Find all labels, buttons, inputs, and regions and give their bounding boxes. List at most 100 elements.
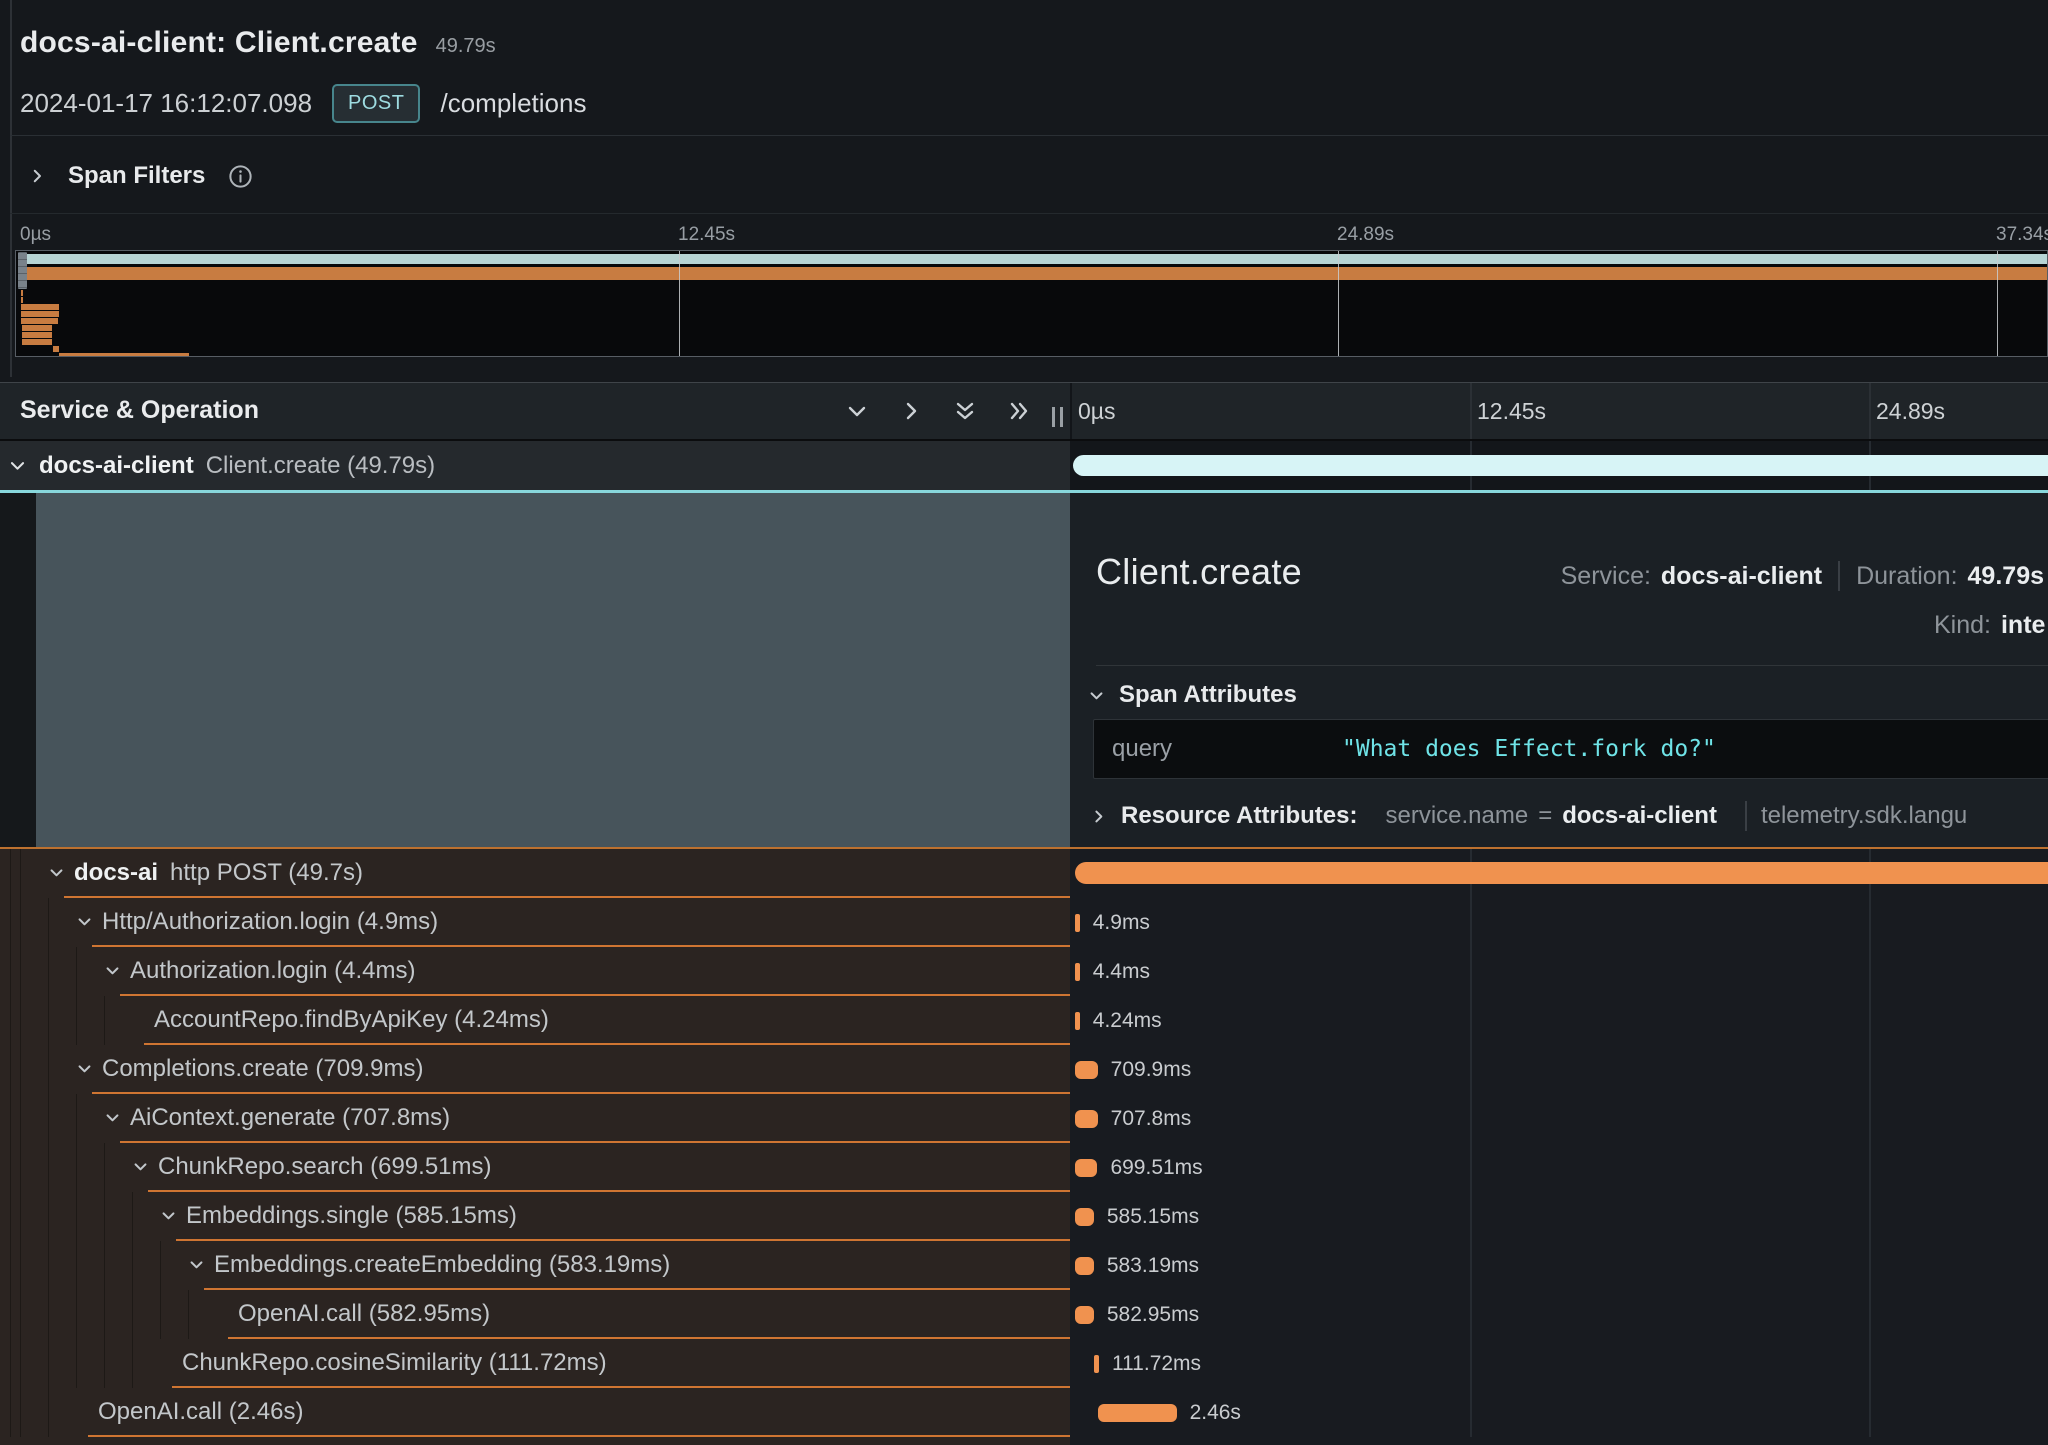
span-bar-cell[interactable]: 2.46s — [1070, 1388, 2048, 1437]
detail-meta-row: Service: docs-ai-client Duration: 49.79s — [1561, 561, 2048, 591]
gridline — [1470, 947, 1472, 996]
span-bar-cell[interactable]: 582.95ms — [1070, 1290, 2048, 1339]
span-row-label-cell[interactable]: Embeddings.single (585.15ms) — [0, 1192, 1070, 1241]
span-operation: ChunkRepo.cosineSimilarity (111.72ms) — [182, 1349, 607, 1377]
span-bar-cell[interactable]: 4.4ms — [1070, 947, 2048, 996]
span-row-label-cell[interactable]: OpenAI.call (582.95ms) — [0, 1290, 1070, 1339]
span-row[interactable]: ChunkRepo.search (699.51ms)699.51ms — [0, 1143, 2048, 1192]
span-attributes-toggle[interactable]: Span Attributes — [1088, 681, 1297, 709]
span-row-label-cell[interactable]: Authorization.login (4.4ms) — [0, 947, 1070, 996]
chevron-down-icon[interactable] — [76, 1060, 93, 1077]
trace-minimap[interactable] — [15, 250, 2048, 357]
span-row-label-cell[interactable]: docs-ai-client Client.create (49.79s) — [0, 441, 1070, 490]
indent-guide — [132, 1339, 133, 1388]
indent-guide — [20, 898, 21, 947]
span-row-label-cell[interactable]: docs-aihttp POST (49.7s) — [0, 849, 1070, 898]
span-bar-cell[interactable] — [1070, 441, 2048, 490]
indent-guide — [10, 1241, 11, 1290]
trace-duration: 49.79s — [436, 35, 496, 58]
chevron-down-icon[interactable] — [1088, 687, 1105, 704]
span-bar-client-create[interactable] — [1073, 455, 2048, 476]
span-duration-label: 707.8ms — [1111, 1107, 1192, 1131]
span-bar[interactable] — [1075, 1159, 1097, 1177]
minimap-span-bar — [22, 339, 53, 345]
span-bar-cell[interactable]: 709.9ms — [1070, 1045, 2048, 1094]
column-resize-handle[interactable] — [1052, 407, 1063, 427]
span-row-label-cell[interactable]: AccountRepo.findByApiKey (4.24ms) — [0, 996, 1070, 1045]
indent-guide — [76, 1192, 77, 1241]
span-bar[interactable] — [1075, 914, 1080, 932]
chevron-down-icon[interactable] — [8, 456, 27, 475]
span-bar-cell[interactable]: 583.19ms — [1070, 1241, 2048, 1290]
span-bar[interactable] — [1094, 1355, 1099, 1373]
indent-guide — [48, 1290, 49, 1339]
span-row[interactable]: Authorization.login (4.4ms)4.4ms — [0, 947, 2048, 996]
expand-all-icon[interactable] — [1007, 399, 1031, 423]
span-duration-label: 111.72ms — [1112, 1352, 1201, 1376]
span-bar[interactable] — [1075, 963, 1080, 981]
span-row-label-cell[interactable]: ChunkRepo.search (699.51ms) — [0, 1143, 1070, 1192]
chevron-right-icon[interactable] — [28, 167, 46, 185]
span-row[interactable]: Http/Authorization.login (4.9ms)4.9ms — [0, 898, 2048, 947]
span-row[interactable]: Completions.create (709.9ms)709.9ms — [0, 1045, 2048, 1094]
chevron-down-icon[interactable] — [188, 1256, 205, 1273]
span-bar[interactable] — [1075, 1306, 1094, 1324]
span-bar-cell[interactable]: 111.72ms — [1070, 1339, 2048, 1388]
info-icon[interactable] — [227, 163, 254, 190]
chevron-down-icon[interactable] — [104, 962, 121, 979]
span-row-selected[interactable]: docs-ai-client Client.create (49.79s) — [0, 441, 2048, 490]
span-row[interactable]: Embeddings.single (585.15ms)585.15ms — [0, 1192, 2048, 1241]
span-bar[interactable] — [1075, 1257, 1094, 1275]
chevron-right-icon[interactable] — [1090, 808, 1107, 825]
expand-one-icon[interactable] — [899, 399, 923, 423]
chevron-down-icon[interactable] — [132, 1158, 149, 1175]
indent-guide — [104, 996, 105, 1045]
span-filters-toggle[interactable]: Span Filters — [28, 162, 254, 190]
span-bar-cell[interactable]: 707.8ms — [1070, 1094, 2048, 1143]
span-bar[interactable] — [1075, 1110, 1098, 1128]
span-row[interactable]: OpenAI.call (2.46s)2.46s — [0, 1388, 2048, 1437]
span-filters-label[interactable]: Span Filters — [68, 162, 205, 190]
chevron-down-icon[interactable] — [76, 913, 93, 930]
span-bar-cell[interactable]: 585.15ms — [1070, 1192, 2048, 1241]
span-row[interactable]: docs-aihttp POST (49.7s) — [0, 849, 2048, 898]
duration-value: 49.79s — [1968, 562, 2044, 591]
span-bar[interactable] — [1098, 1404, 1177, 1422]
minimap-drag-handle[interactable] — [18, 252, 27, 289]
span-row-label-cell[interactable]: Http/Authorization.login (4.9ms) — [0, 898, 1070, 947]
indent-guide — [10, 1192, 11, 1241]
span-duration-label: 582.95ms — [1107, 1303, 1199, 1327]
attribute-row[interactable]: query "What does Effect.fork do?" — [1093, 719, 2048, 779]
indent-guide — [132, 1192, 133, 1241]
span-row[interactable]: AccountRepo.findByApiKey (4.24ms)4.24ms — [0, 996, 2048, 1045]
span-row[interactable]: Embeddings.createEmbedding (583.19ms)583… — [0, 1241, 2048, 1290]
span-row-label-cell[interactable]: AiContext.generate (707.8ms) — [0, 1094, 1070, 1143]
chevron-down-icon[interactable] — [104, 1109, 121, 1126]
indent-guide — [20, 1192, 21, 1241]
span-bar[interactable] — [1075, 862, 2048, 884]
resource-attributes-toggle[interactable]: Resource Attributes: service.name = docs… — [1090, 801, 1967, 831]
span-row[interactable]: AiContext.generate (707.8ms) 707.8ms — [0, 1094, 2048, 1143]
span-bar[interactable] — [1075, 1061, 1098, 1079]
span-row-label-cell[interactable]: ChunkRepo.cosineSimilarity (111.72ms) — [0, 1339, 1070, 1388]
span-row-label-cell[interactable]: Embeddings.createEmbedding (583.19ms) — [0, 1241, 1070, 1290]
span-bar-cell[interactable] — [1070, 849, 2048, 898]
minimap-tick-label: 37.34s — [1996, 224, 2048, 246]
span-row[interactable]: OpenAI.call (582.95ms) 582.95ms — [0, 1290, 2048, 1339]
span-bar[interactable] — [1075, 1012, 1080, 1030]
span-bar-cell[interactable]: 699.51ms — [1070, 1143, 2048, 1192]
chevron-down-icon[interactable] — [48, 864, 65, 881]
collapse-one-icon[interactable] — [845, 399, 869, 423]
span-row-label-cell[interactable]: OpenAI.call (2.46s) — [0, 1388, 1070, 1437]
span-bar[interactable] — [1075, 1208, 1094, 1226]
span-bar-cell[interactable]: 4.24ms — [1070, 996, 2048, 1045]
collapse-all-icon[interactable] — [953, 399, 977, 423]
partial-row-right — [1070, 1437, 2048, 1445]
service-operation-title: Service & Operation — [20, 396, 259, 425]
chevron-down-icon[interactable] — [160, 1207, 177, 1224]
request-path: /completions — [440, 88, 586, 119]
span-row[interactable]: ChunkRepo.cosineSimilarity (111.72ms) 111… — [0, 1339, 2048, 1388]
span-row-label-cell[interactable]: Completions.create (709.9ms) — [0, 1045, 1070, 1094]
span-bar-cell[interactable]: 4.9ms — [1070, 898, 2048, 947]
span-row-label: AiContext.generate (707.8ms) — [130, 1104, 450, 1132]
